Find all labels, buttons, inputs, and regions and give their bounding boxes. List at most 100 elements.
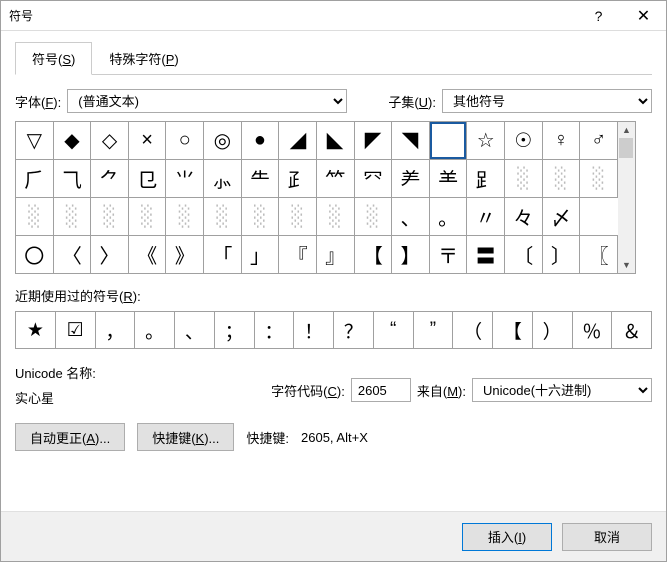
symbol-cell[interactable]: 〒 <box>429 236 467 274</box>
symbol-cell[interactable]: 、 <box>392 198 430 236</box>
symbol-cell[interactable]: ▽ <box>16 122 54 160</box>
symbol-cell[interactable]: 〇 <box>16 236 54 274</box>
subset-combo[interactable]: 其他符号 <box>442 89 652 113</box>
symbol-cell[interactable]: 々 <box>504 198 542 236</box>
symbol-cell[interactable]: ⺄ <box>53 160 91 198</box>
symbol-cell[interactable]: 〓 <box>467 236 505 274</box>
symbol-cell[interactable]: ░ <box>354 198 392 236</box>
insert-button[interactable]: 插入(I) <box>462 523 552 551</box>
symbol-cell[interactable]: ☉ <box>504 122 542 160</box>
symbol-cell[interactable]: 」 <box>241 236 279 274</box>
recent-symbol-cell[interactable]: ？ <box>334 312 374 348</box>
symbol-cell[interactable] <box>316 122 354 160</box>
recent-symbol-cell[interactable]: 【 <box>493 312 533 348</box>
symbol-cell[interactable]: 》 <box>166 236 204 274</box>
symbol-cell[interactable]: ○ <box>166 122 204 160</box>
scroll-thumb[interactable] <box>619 138 633 158</box>
symbol-cell[interactable]: ⺈ <box>91 160 129 198</box>
scroll-down-icon[interactable]: ▼ <box>618 257 635 273</box>
symbol-cell[interactable]: ░ <box>241 198 279 236</box>
symbol-cell[interactable]: 〕 <box>542 236 580 274</box>
shortcut-button[interactable]: 快捷键(K)... <box>137 423 234 451</box>
recent-symbol-cell[interactable]: ☑ <box>56 312 96 348</box>
symbol-cell[interactable] <box>392 122 430 160</box>
recent-symbol-cell[interactable]: 、 <box>175 312 215 348</box>
symbol-cell[interactable]: ♂ <box>580 122 618 160</box>
symbol-cell[interactable]: 《 <box>128 236 166 274</box>
close-button[interactable]: ✕ <box>621 1 666 31</box>
symbol-cell[interactable]: ◎ <box>204 122 242 160</box>
symbol-cell[interactable]: ░ <box>580 160 618 198</box>
symbol-cell[interactable]: ░ <box>279 198 317 236</box>
tab-special-chars[interactable]: 特殊字符(P) <box>92 42 195 75</box>
recent-symbol-cell[interactable]: （ <box>453 312 493 348</box>
symbol-scrollbar[interactable]: ▲ ▼ <box>618 121 636 274</box>
recent-symbol-cell[interactable]: ” <box>414 312 454 348</box>
symbol-cell[interactable]: 〔 <box>504 236 542 274</box>
symbol-cell[interactable]: ░ <box>316 198 354 236</box>
symbol-cell[interactable]: ◇ <box>91 122 129 160</box>
font-combo[interactable]: (普通文本) <box>67 89 347 113</box>
symbol-cell[interactable]: ⺁ <box>16 160 54 198</box>
symbol-cell[interactable]: ░ <box>166 198 204 236</box>
recent-symbol-cell[interactable]: ） <box>533 312 573 348</box>
recent-symbol-cell[interactable]: ： <box>255 312 295 348</box>
symbol-cell[interactable]: ★ <box>429 122 467 160</box>
subset-label: 子集(U): <box>388 92 436 111</box>
scroll-up-icon[interactable]: ▲ <box>618 122 635 138</box>
recent-symbol-cell[interactable]: 。 <box>135 312 175 348</box>
symbol-cell[interactable]: × <box>128 122 166 160</box>
cancel-button[interactable]: 取消 <box>562 523 652 551</box>
symbol-cell[interactable]: 』 <box>316 236 354 274</box>
recent-symbol-cell[interactable]: ％ <box>573 312 613 348</box>
symbol-cell[interactable]: 〃 <box>467 198 505 236</box>
symbol-cell[interactable]: ● <box>241 122 279 160</box>
recent-symbol-cell[interactable]: ， <box>96 312 136 348</box>
tab-symbols[interactable]: 符号(S) <box>15 42 92 75</box>
symbol-cell[interactable]: ⻊ <box>467 160 505 198</box>
symbol-cell[interactable]: ⺌ <box>166 160 204 198</box>
symbol-cell[interactable]: 〉 <box>91 236 129 274</box>
symbol-cell[interactable]: ░ <box>542 160 580 198</box>
recent-symbol-cell[interactable]: ； <box>215 312 255 348</box>
symbol-cell[interactable]: ♀ <box>542 122 580 160</box>
dialog-body: 符号(S) 特殊字符(P) 字体(F): (普通文本) 子集(U): 其他符号 … <box>1 31 666 511</box>
symbol-cell[interactable]: ⺗ <box>204 160 242 198</box>
symbol-cell[interactable]: ⺋ <box>128 160 166 198</box>
symbol-cell[interactable]: ⺷ <box>429 160 467 198</box>
symbol-grid[interactable]: ▽◆◇×○◎●★☆☉♀♂⺁⺄⺈⺋⺌⺗⺧⺪⺮⺳⺶⺷⻊░░░░░░░░░░░░░、。… <box>15 121 618 274</box>
symbol-cell[interactable]: ◆ <box>53 122 91 160</box>
symbol-cell[interactable]: 】 <box>392 236 430 274</box>
symbol-cell[interactable] <box>279 122 317 160</box>
symbol-cell[interactable]: ⺳ <box>354 160 392 198</box>
symbol-cell[interactable]: 〖 <box>580 236 618 274</box>
symbol-cell[interactable] <box>354 122 392 160</box>
scroll-track[interactable] <box>618 138 635 257</box>
symbol-cell[interactable]: ░ <box>91 198 129 236</box>
symbol-cell[interactable]: ░ <box>204 198 242 236</box>
symbol-cell[interactable]: ░ <box>504 160 542 198</box>
symbol-cell[interactable]: ⺮ <box>316 160 354 198</box>
recent-symbol-cell[interactable]: ＆ <box>612 312 651 348</box>
charcode-input[interactable] <box>351 378 411 402</box>
symbol-cell[interactable]: ░ <box>53 198 91 236</box>
symbol-cell[interactable]: 【 <box>354 236 392 274</box>
symbol-cell[interactable]: 「 <box>204 236 242 274</box>
symbol-cell[interactable]: ░ <box>16 198 54 236</box>
symbol-cell[interactable]: ☆ <box>467 122 505 160</box>
autocorrect-button[interactable]: 自动更正(A)... <box>15 423 125 451</box>
help-button[interactable]: ? <box>576 1 621 31</box>
symbol-cell[interactable]: ⺪ <box>279 160 317 198</box>
symbol-cell[interactable]: ⺧ <box>241 160 279 198</box>
recent-symbol-cell[interactable]: ！ <box>294 312 334 348</box>
symbol-cell[interactable]: 〈 <box>53 236 91 274</box>
symbol-cell[interactable]: ⺶ <box>392 160 430 198</box>
from-combo[interactable]: Unicode(十六进制) <box>472 378 652 402</box>
symbol-cell[interactable]: 。 <box>429 198 467 236</box>
symbol-cell[interactable]: ░ <box>128 198 166 236</box>
recent-symbol-cell[interactable]: ★ <box>16 312 56 348</box>
recent-symbol-cell[interactable]: “ <box>374 312 414 348</box>
symbol-cell[interactable]: 『 <box>279 236 317 274</box>
recent-symbols: ★☑，。、；：！？“”（【）％＆ <box>15 311 652 349</box>
symbol-cell[interactable]: 〆 <box>542 198 580 236</box>
